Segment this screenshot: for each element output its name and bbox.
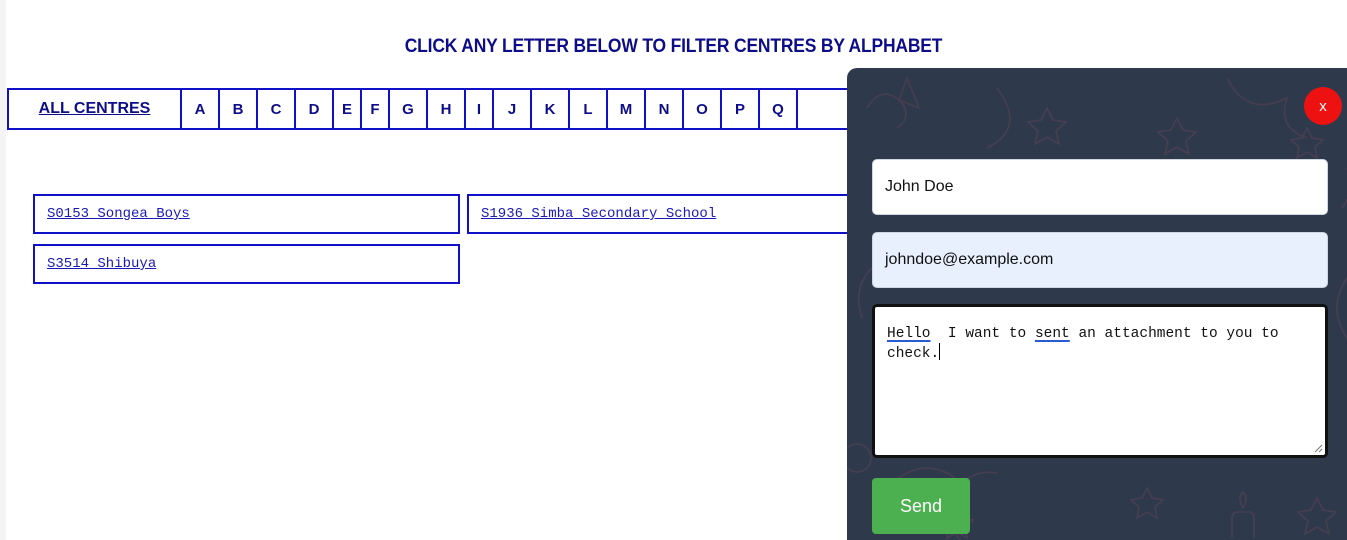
filter-letter-p[interactable]: P: [722, 90, 760, 128]
message-text: Hello I want to sent an attachment to yo…: [887, 325, 1313, 363]
filter-letter-q[interactable]: Q: [760, 90, 798, 128]
misspelled-word: sent: [1034, 326, 1070, 342]
misspelled-word: Hello: [887, 326, 931, 342]
email-input[interactable]: johndoe@example.com: [872, 232, 1328, 288]
centre-link[interactable]: S1936 Simba Secondary School: [481, 206, 716, 222]
name-input[interactable]: John Doe: [872, 159, 1328, 215]
filter-letter-f[interactable]: F: [362, 90, 390, 128]
centre-item: S1936 Simba Secondary School: [467, 194, 867, 234]
message-textarea[interactable]: Hello I want to sent an attachment to yo…: [872, 304, 1328, 458]
page-heading: CLICK ANY LETTER BELOW TO FILTER CENTRES…: [404, 36, 943, 57]
filter-letter-b[interactable]: B: [220, 90, 258, 128]
resize-grip-icon[interactable]: [1313, 443, 1323, 453]
centre-item: S3514 Shibuya: [33, 244, 460, 284]
filter-all-centres-link[interactable]: ALL CENTRES: [9, 90, 182, 128]
filter-letter-g[interactable]: G: [390, 90, 428, 128]
name-input-value: John Doe: [885, 178, 954, 195]
centre-link[interactable]: S0153 Songea Boys: [47, 206, 190, 222]
filter-letter-e[interactable]: E: [334, 90, 362, 128]
send-button[interactable]: Send: [872, 478, 970, 534]
filter-letter-h[interactable]: H: [428, 90, 466, 128]
filter-letter-k[interactable]: K: [532, 90, 570, 128]
filter-letter-i[interactable]: I: [466, 90, 494, 128]
filter-letter-l[interactable]: L: [570, 90, 608, 128]
filter-letter-c[interactable]: C: [258, 90, 296, 128]
filter-letter-o[interactable]: O: [684, 90, 722, 128]
centre-item: S0153 Songea Boys: [33, 194, 460, 234]
filter-letter-a[interactable]: A: [182, 90, 220, 128]
filter-letter-d[interactable]: D: [296, 90, 334, 128]
message-text-segment: I want to: [930, 326, 1035, 342]
left-divider: [0, 0, 6, 540]
filter-letter-m[interactable]: M: [608, 90, 646, 128]
contact-chat-panel: x John Doe johndoe@example.com Hello I w…: [847, 68, 1347, 540]
filter-letter-n[interactable]: N: [646, 90, 684, 128]
alphabet-filter-bar: ALL CENTRES A B C D E F G H I J K L M N …: [7, 88, 867, 130]
filter-letter-j[interactable]: J: [494, 90, 532, 128]
centre-link[interactable]: S3514 Shibuya: [47, 256, 156, 272]
close-button[interactable]: x: [1304, 87, 1342, 125]
text-cursor: [939, 343, 941, 360]
page: CLICK ANY LETTER BELOW TO FILTER CENTRES…: [0, 0, 1347, 540]
email-input-value: johndoe@example.com: [885, 251, 1054, 268]
